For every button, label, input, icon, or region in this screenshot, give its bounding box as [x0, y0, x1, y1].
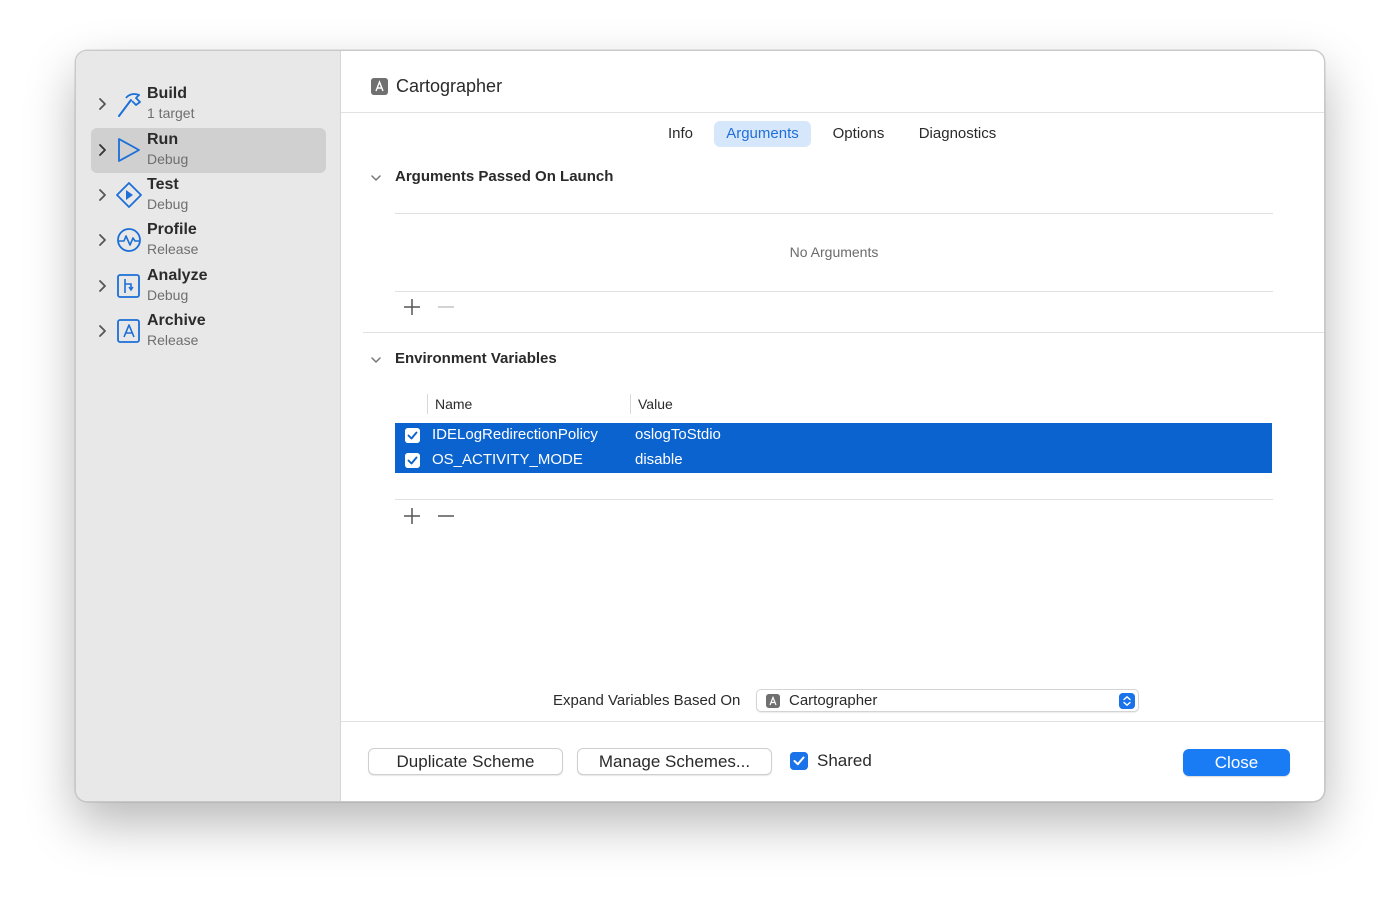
env-variable-name[interactable]: IDELogRedirectionPolicy — [432, 426, 598, 443]
env-variable-row[interactable]: IDELogRedirectionPolicy oslogToStdio — [395, 423, 1272, 448]
expand-variables-label: Expand Variables Based On — [553, 692, 741, 709]
chevron-right-icon[interactable] — [97, 186, 109, 204]
scheme-action-sidebar: Build 1 target Run Debug Test Debug Prof… — [76, 51, 341, 801]
divider — [395, 213, 1273, 214]
updown-chevron-icon — [1119, 693, 1135, 709]
add-argument-button[interactable] — [403, 298, 421, 316]
arguments-section-title: Arguments Passed On Launch — [395, 168, 614, 185]
sidebar-item-profile[interactable]: Profile Release — [91, 218, 326, 263]
chevron-right-icon[interactable] — [97, 277, 109, 295]
scheme-editor-window: Build 1 target Run Debug Test Debug Prof… — [75, 50, 1325, 802]
sidebar-item-title: Build — [147, 85, 187, 102]
app-target-icon — [766, 694, 780, 708]
chevron-right-icon[interactable] — [97, 231, 109, 249]
column-separator — [427, 394, 428, 414]
sidebar-item-analyze[interactable]: Analyze Debug — [91, 264, 326, 309]
chevron-right-icon[interactable] — [97, 95, 109, 113]
remove-argument-button[interactable] — [437, 298, 455, 316]
chevron-down-icon[interactable] — [370, 355, 382, 365]
app-target-icon — [371, 78, 388, 95]
sidebar-item-subtitle: Release — [147, 241, 199, 257]
chevron-down-icon[interactable] — [370, 173, 382, 183]
column-header-value[interactable]: Value — [638, 396, 673, 412]
enabled-checkbox[interactable] — [405, 453, 420, 468]
sidebar-item-title: Archive — [147, 312, 206, 329]
sidebar-item-title: Profile — [147, 221, 197, 238]
environment-section-title: Environment Variables — [395, 350, 557, 367]
env-variable-name[interactable]: OS_ACTIVITY_MODE — [432, 451, 583, 468]
gauge-icon — [117, 228, 141, 252]
sidebar-item-subtitle: 1 target — [147, 105, 195, 121]
tab-info[interactable]: Info — [658, 121, 703, 147]
column-separator — [630, 394, 631, 414]
expand-variables-popup[interactable]: Cartographer — [756, 689, 1139, 712]
enabled-checkbox[interactable] — [405, 428, 420, 443]
shared-checkbox[interactable] — [790, 752, 808, 770]
add-variable-button[interactable] — [403, 507, 421, 525]
sidebar-item-test[interactable]: Test Debug — [91, 173, 326, 218]
close-button[interactable]: Close — [1183, 749, 1290, 776]
archive-icon — [117, 319, 140, 343]
sidebar-item-archive[interactable]: Archive Release — [91, 309, 326, 354]
analyze-icon — [117, 274, 140, 298]
scheme-detail-pane: Cartographer Info Arguments Options Diag… — [341, 51, 1324, 801]
tab-diagnostics[interactable]: Diagnostics — [910, 121, 1005, 147]
expand-variables-value: Cartographer — [789, 692, 878, 709]
section-divider — [363, 332, 1324, 333]
sidebar-item-subtitle: Debug — [147, 287, 189, 303]
hammer-icon — [118, 93, 141, 117]
no-arguments-text: No Arguments — [789, 244, 879, 260]
env-variable-value[interactable]: disable — [635, 451, 683, 468]
sidebar-item-run[interactable]: Run Debug — [91, 128, 326, 173]
divider — [395, 499, 1273, 500]
shared-label[interactable]: Shared — [817, 751, 872, 771]
env-variable-row[interactable]: OS_ACTIVITY_MODE disable — [395, 448, 1272, 473]
tab-bar: Info Arguments Options Diagnostics — [341, 121, 1324, 147]
tab-arguments[interactable]: Arguments — [714, 121, 811, 147]
remove-variable-button[interactable] — [437, 507, 455, 525]
diamond-play-icon — [116, 182, 142, 208]
sidebar-item-subtitle: Debug — [147, 196, 189, 212]
duplicate-scheme-button[interactable]: Duplicate Scheme — [368, 748, 563, 775]
sidebar-item-subtitle: Debug — [147, 151, 189, 167]
chevron-right-icon[interactable] — [97, 141, 109, 159]
sidebar-item-title: Test — [147, 176, 179, 193]
play-icon — [118, 138, 140, 162]
sidebar-item-build[interactable]: Build 1 target — [91, 82, 326, 127]
scheme-header: Cartographer — [341, 51, 1324, 113]
sidebar-item-subtitle: Release — [147, 332, 199, 348]
env-variable-value[interactable]: oslogToStdio — [635, 426, 721, 443]
sidebar-item-title: Run — [147, 131, 179, 148]
footer-bar: Duplicate Scheme Manage Schemes... Share… — [341, 721, 1324, 801]
chevron-right-icon[interactable] — [97, 322, 109, 340]
scheme-title: Cartographer — [396, 76, 503, 96]
column-header-name[interactable]: Name — [435, 396, 472, 412]
sidebar-item-title: Analyze — [147, 267, 208, 284]
manage-schemes-button[interactable]: Manage Schemes... — [577, 748, 772, 775]
tab-options[interactable]: Options — [824, 121, 893, 147]
divider — [395, 291, 1273, 292]
